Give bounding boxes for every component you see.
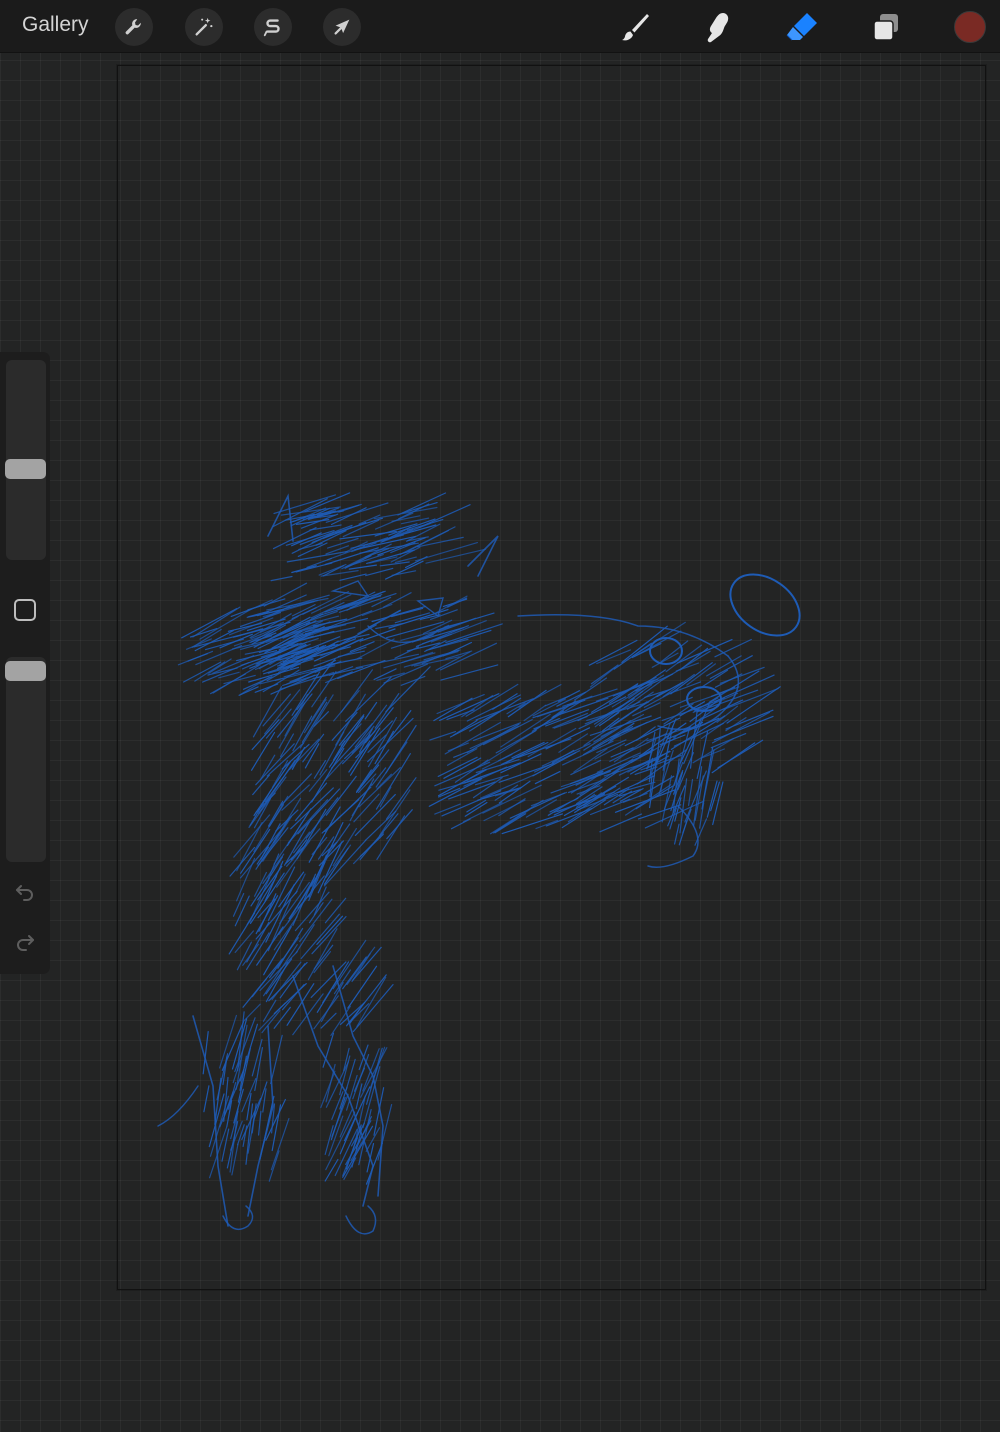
blue-sketch-artwork bbox=[157, 492, 801, 1235]
wrench-icon bbox=[125, 19, 141, 35]
smudge-tool-button[interactable] bbox=[698, 8, 738, 46]
drawing-canvas[interactable] bbox=[117, 65, 986, 1290]
actions-wrench-button[interactable] bbox=[115, 8, 153, 46]
brush-size-thumb[interactable] bbox=[5, 459, 46, 479]
gallery-button[interactable]: Gallery bbox=[22, 13, 89, 37]
magic-wand-icon bbox=[195, 17, 213, 36]
selection-button[interactable] bbox=[254, 8, 292, 46]
top-toolbar: Gallery bbox=[0, 0, 1000, 53]
transform-button[interactable] bbox=[323, 8, 361, 46]
left-sidebar bbox=[0, 352, 50, 974]
eraser-tool-button[interactable] bbox=[782, 8, 822, 46]
redo-icon bbox=[17, 935, 34, 951]
smudge-finger-icon bbox=[707, 13, 729, 43]
adjustments-button[interactable] bbox=[185, 8, 223, 46]
modify-square-button[interactable] bbox=[14, 599, 36, 621]
undo-icon bbox=[16, 885, 33, 901]
arrow-cursor-icon bbox=[334, 19, 350, 35]
undo-button[interactable] bbox=[12, 879, 38, 905]
layers-icon bbox=[873, 14, 898, 41]
brush-size-slider[interactable] bbox=[5, 360, 46, 560]
color-picker-swatch[interactable] bbox=[954, 11, 986, 43]
opacity-slider[interactable] bbox=[5, 657, 46, 862]
brush-tool-button[interactable] bbox=[615, 8, 655, 46]
redo-button[interactable] bbox=[12, 929, 38, 955]
eraser-icon bbox=[786, 13, 817, 41]
layers-tool-button[interactable] bbox=[866, 8, 906, 46]
opacity-thumb[interactable] bbox=[5, 661, 46, 681]
selection-s-icon bbox=[263, 19, 280, 37]
brush-icon bbox=[622, 14, 649, 41]
